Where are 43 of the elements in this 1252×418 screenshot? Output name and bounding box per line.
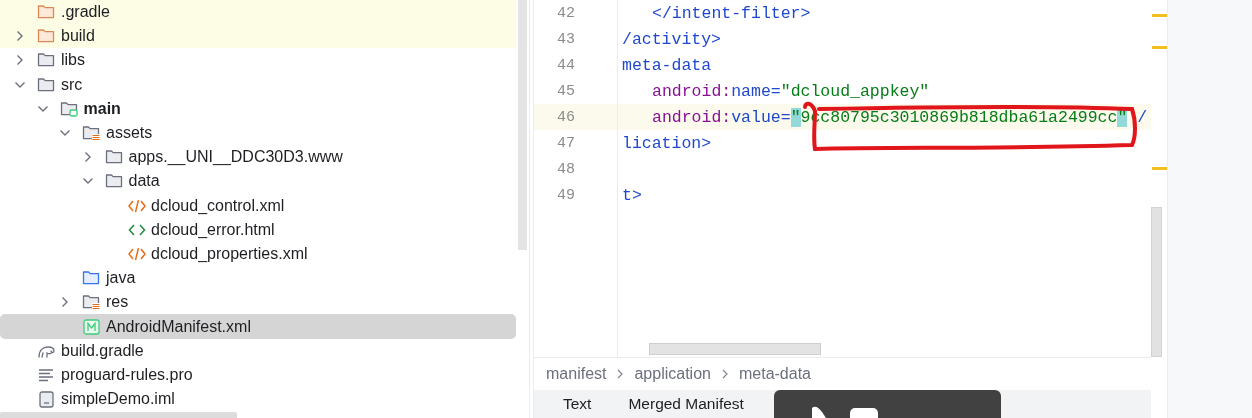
tree-item[interactable]: build: [0, 24, 517, 49]
editor-tab[interactable]: Text: [563, 395, 592, 413]
line-number: 48: [557, 160, 575, 178]
code-line: lication>: [622, 133, 712, 153]
line-number: 46: [557, 108, 575, 126]
scrollbar[interactable]: [649, 343, 821, 355]
tree-item[interactable]: src: [0, 72, 517, 97]
tree-item[interactable]: proguard-rules.pro: [0, 362, 517, 387]
tree-item[interactable]: simpleDemo.iml: [0, 387, 517, 412]
tree-item[interactable]: AndroidManifest.xml: [0, 314, 517, 339]
scrollbar[interactable]: [518, 0, 528, 250]
line-number: 49: [557, 186, 575, 204]
tree-item[interactable]: res: [0, 290, 517, 315]
line-number: 43: [557, 30, 575, 48]
tree-item[interactable]: dcloud_error.html: [0, 217, 517, 242]
breadcrumb-item[interactable]: meta-data: [738, 365, 811, 383]
tree-item[interactable]: .gradle: [0, 0, 517, 25]
tree-item[interactable]: dcloud_control.xml: [0, 193, 517, 218]
tree-item[interactable]: java: [0, 266, 517, 291]
cursor-icon: [810, 406, 880, 418]
code-line: t>: [622, 185, 642, 205]
chevron-right-icon: [720, 368, 729, 380]
breadcrumb-item[interactable]: manifest: [546, 365, 607, 383]
line-number: 45: [557, 82, 575, 100]
tree-item[interactable]: libs: [0, 48, 517, 73]
code-line: </intent-filter>: [652, 3, 811, 23]
tree-item[interactable]: build.gradle: [0, 338, 517, 363]
tree-item[interactable]: dcloud_properties.xml: [0, 241, 517, 267]
code-line: meta-data: [622, 55, 712, 75]
tree-item[interactable]: assets: [0, 120, 517, 146]
code-line: /activity>: [622, 29, 722, 49]
chevron-right-icon: [616, 368, 625, 380]
tree-item[interactable]: apps.__UNI__DDC30D3.www: [0, 145, 517, 170]
line-number: 42: [557, 4, 575, 22]
scrollbar[interactable]: [0, 412, 237, 418]
tree-item[interactable]: data: [0, 169, 517, 194]
editor-tab[interactable]: Merged Manifest: [628, 395, 744, 413]
scrollbar[interactable]: [1151, 207, 1162, 357]
breadcrumb-item[interactable]: application: [634, 365, 711, 383]
code-line: android:name="dcloud_appkey": [652, 81, 930, 101]
line-number: 47: [557, 134, 575, 152]
tree-item[interactable]: main: [0, 96, 517, 121]
line-number: 44: [557, 56, 575, 74]
